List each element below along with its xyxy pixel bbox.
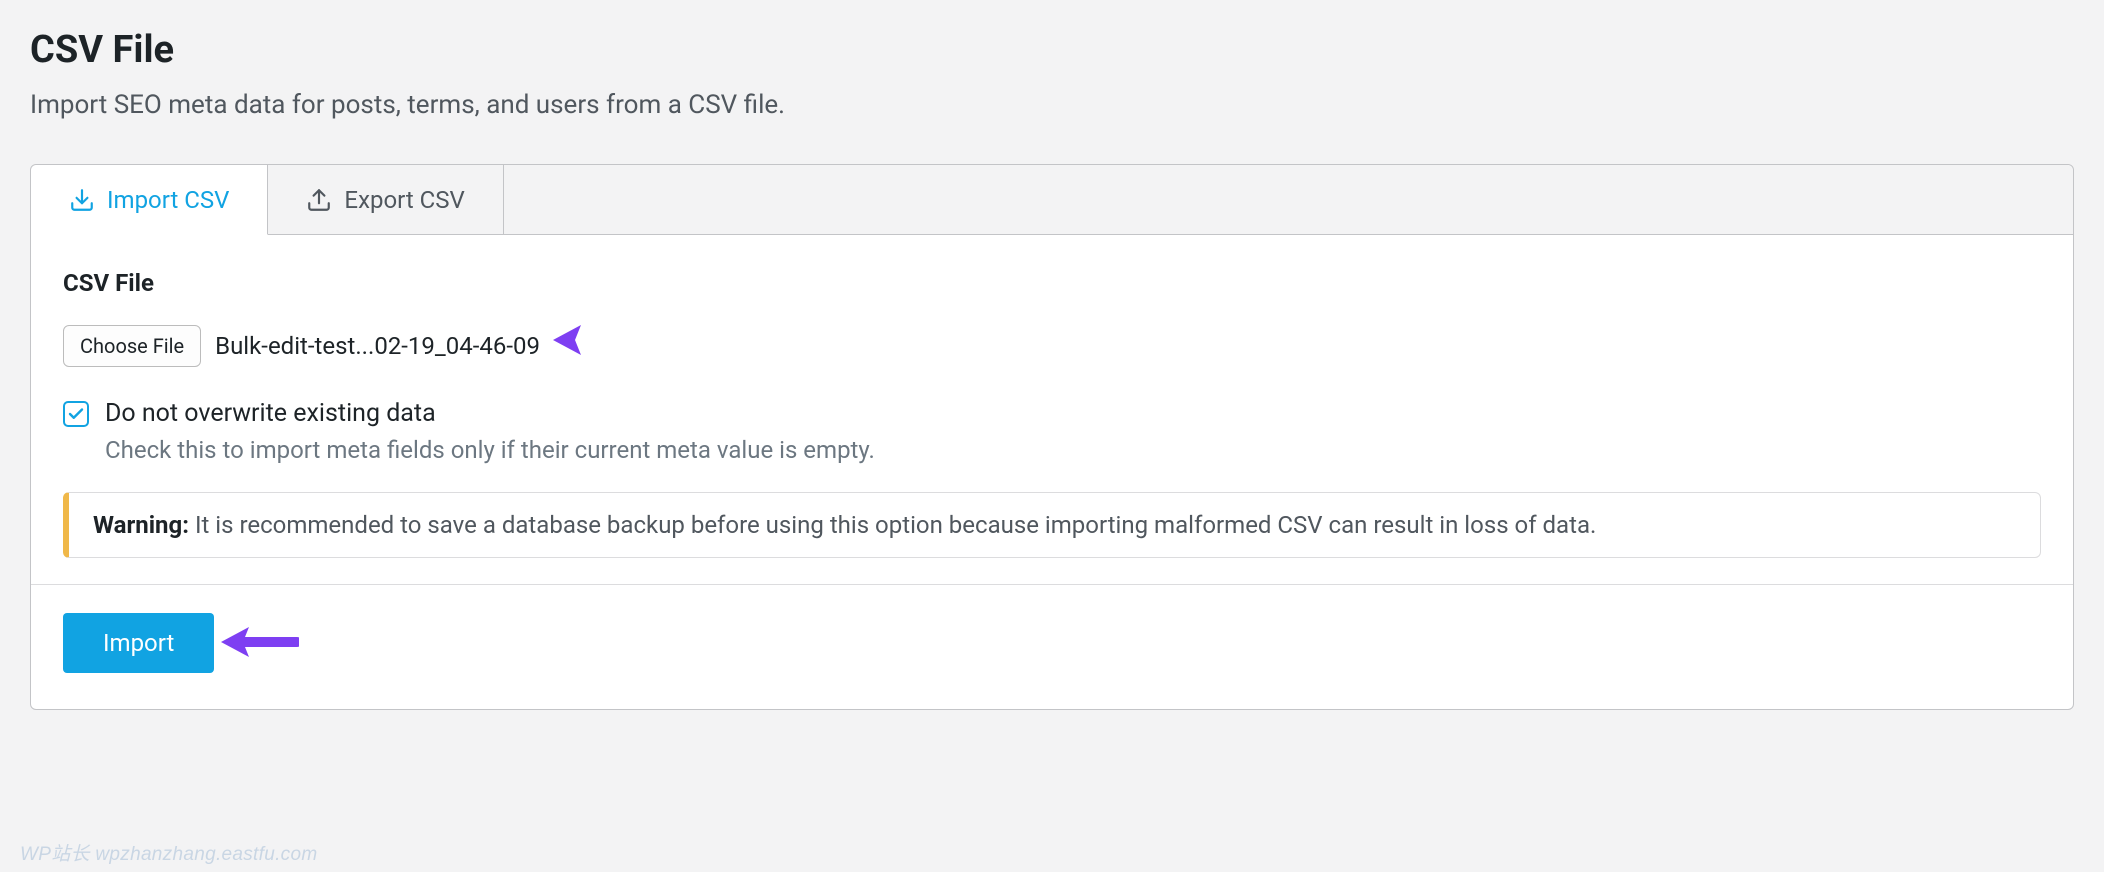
tab-label: Import CSV: [107, 186, 229, 214]
arrow-annotation-icon: [219, 619, 299, 669]
page-title: CSV File: [30, 28, 2074, 72]
tab-label: Export CSV: [344, 186, 464, 214]
page-subtitle: Import SEO meta data for posts, terms, a…: [30, 90, 2074, 120]
download-icon: [69, 187, 95, 213]
tab-import-csv[interactable]: Import CSV: [31, 165, 268, 235]
panel-footer: Import: [31, 584, 2073, 709]
selected-file-name: Bulk-edit-test...02-19_04-46-09: [215, 332, 540, 360]
upload-icon: [306, 187, 332, 213]
arrow-annotation-icon: [551, 317, 631, 367]
warning-prefix: Warning:: [93, 511, 189, 539]
warning-text: It is recommended to save a database bac…: [189, 511, 1596, 539]
watermark-text: WP站长 wpzhanzhang.eastfu.com: [20, 839, 317, 866]
warning-box: Warning: It is recommended to save a dat…: [63, 492, 2041, 558]
overwrite-checkbox-label[interactable]: Do not overwrite existing data: [105, 399, 436, 428]
overwrite-checkbox-row: Do not overwrite existing data: [63, 399, 2041, 428]
panel-body: CSV File Choose File Bulk-edit-test...02…: [31, 235, 2073, 584]
overwrite-checkbox[interactable]: [63, 401, 89, 427]
csv-file-label: CSV File: [63, 269, 2041, 297]
choose-file-button[interactable]: Choose File: [63, 325, 201, 367]
tabs-spacer: [504, 165, 2073, 235]
file-chooser-row: Choose File Bulk-edit-test...02-19_04-46…: [63, 325, 2041, 367]
import-button[interactable]: Import: [63, 613, 214, 673]
csv-panel: Import CSV Export CSV CSV File Choose Fi…: [30, 164, 2074, 710]
tabs: Import CSV Export CSV: [31, 165, 2073, 235]
tab-export-csv[interactable]: Export CSV: [268, 165, 503, 235]
overwrite-checkbox-help: Check this to import meta fields only if…: [105, 436, 2041, 464]
